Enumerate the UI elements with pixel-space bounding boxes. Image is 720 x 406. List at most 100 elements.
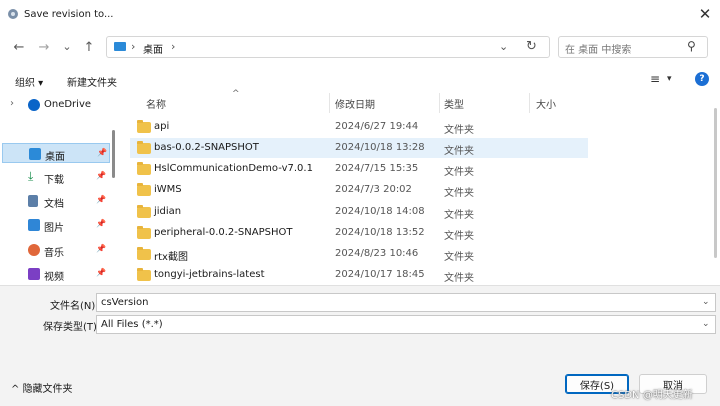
file-name: iWMS [154,184,182,195]
sidebar-item-label: 下载 [44,175,64,186]
pin-icon: 📌 [96,219,106,228]
address-dropdown-icon[interactable]: ⌄ [499,40,508,53]
filename-value[interactable]: csVersion [101,297,148,308]
sidebar-item-videos[interactable]: 视频 📌 [2,264,110,284]
refresh-icon[interactable]: ↻ [526,39,537,54]
cloud-icon [28,99,40,111]
breadcrumb-chevron-icon[interactable]: › [131,40,135,53]
folder-icon [137,226,151,239]
close-button[interactable]: ✕ [690,0,720,28]
expand-chevron-icon[interactable]: › [10,98,14,109]
folder-icon [137,141,151,154]
chevron-down-icon[interactable]: ⌄ [702,297,710,307]
sidebar-item-onedrive[interactable]: › OneDrive [2,95,110,115]
file-date: 2024/7/15 15:35 [335,163,419,174]
sidebar-item-music[interactable]: 音乐 📌 [2,240,110,260]
file-row[interactable]: peripheral-0.0.2-SNAPSHOT 2024/10/18 13:… [130,223,588,243]
file-date: 2024/8/23 10:46 [335,248,419,259]
file-type: 文件夹 [444,252,474,263]
watermark: CSDN @明天更新 [611,390,693,401]
document-icon [28,195,38,207]
file-type: 文件夹 [444,125,474,136]
pin-icon: 📌 [97,148,107,157]
breadcrumb-chevron-icon[interactable]: › [171,40,175,53]
file-name: rtx截图 [154,252,188,263]
sidebar-item-label: OneDrive [44,99,92,110]
file-type: 文件夹 [444,188,474,199]
new-folder-button[interactable]: 新建文件夹 [67,74,117,89]
file-name: bas-0.0.2-SNAPSHOT [154,142,259,153]
organize-menu-button[interactable]: 组织 ▾ [15,74,43,89]
file-name: jidian [154,206,182,217]
folder-icon [137,120,151,133]
column-header-date[interactable]: 修改日期 [335,96,375,111]
filename-field[interactable]: csVersion ⌄ [96,293,716,312]
help-icon[interactable]: ? [695,72,709,86]
file-row[interactable]: bas-0.0.2-SNAPSHOT 2024/10/18 13:28 文件夹 [130,138,588,158]
breadcrumb-desktop[interactable]: 桌面 [143,41,163,56]
file-name: HslCommunicationDemo-v7.0.1 [154,163,313,174]
file-row[interactable]: HslCommunicationDemo-v7.0.1 2024/7/15 15… [130,159,588,179]
sidebar-item-desktop[interactable]: 桌面 📌 [2,143,110,163]
folder-icon [137,247,151,260]
column-divider[interactable] [439,93,440,113]
up-arrow-icon[interactable]: ↑ [81,39,97,55]
file-type: 文件夹 [444,167,474,178]
file-date: 2024/10/18 13:52 [335,227,425,238]
file-name: api [154,121,170,132]
pin-icon: 📌 [96,171,106,180]
file-row[interactable]: iWMS 2024/7/3 20:02 文件夹 [130,180,588,200]
chevron-down-icon[interactable]: ⌄ [702,319,710,329]
filetype-label: 保存类型(T): [43,322,101,333]
desktop-icon [29,148,41,160]
back-arrow-icon[interactable]: ← [11,39,27,55]
hide-folders-toggle[interactable]: ^ 隐藏文件夹 [11,380,73,395]
file-row[interactable]: rtx截图 2024/8/23 10:46 文件夹 [130,244,588,264]
sort-ascending-icon: ^ [232,89,240,99]
sidebar-item-pictures[interactable]: 图片 📌 [2,215,110,235]
file-row[interactable]: jidian 2024/10/18 14:08 文件夹 [130,202,588,222]
folder-icon [137,205,151,218]
download-icon: ⤓ [28,169,34,183]
hide-folders-label: 隐藏文件夹 [22,384,73,395]
view-options-icon[interactable]: ≡ [650,72,660,86]
music-icon [28,244,40,256]
sidebar-scrollbar[interactable] [112,130,115,178]
search-icon[interactable]: ⚲ [687,39,696,53]
column-header-size[interactable]: 大小 [536,96,556,111]
sidebar-item-label: 文档 [44,199,64,210]
filetype-select[interactable]: All Files (*.*) ⌄ [96,315,716,334]
file-row[interactable]: tongyi-jetbrains-latest 2024/10/17 18:45… [130,265,588,285]
column-divider[interactable] [329,93,330,113]
file-type: 文件夹 [444,231,474,242]
filetype-value[interactable]: All Files (*.*) [101,319,163,330]
pin-icon: 📌 [96,195,106,204]
address-bar[interactable]: › 桌面 › ⌄ ↻ [106,36,550,58]
view-dropdown-icon[interactable]: ▾ [667,74,672,84]
folder-icon [137,268,151,281]
column-header-type[interactable]: 类型 [444,96,464,111]
sidebar-item-label: 音乐 [44,248,64,259]
sidebar-item-documents[interactable]: 文档 📌 [2,191,110,211]
file-type: 文件夹 [444,210,474,221]
video-icon [28,268,40,280]
sidebar-item-label: 图片 [44,223,64,234]
pin-icon: 📌 [96,268,106,277]
file-date: 2024/6/27 19:44 [335,121,419,132]
window-title: Save revision to... [24,9,114,20]
forward-arrow-icon[interactable]: → [36,39,52,55]
search-input[interactable]: 在 桌面 中搜索 [565,41,631,56]
sidebar-item-label: 视频 [44,272,64,283]
file-date: 2024/10/18 14:08 [335,206,425,217]
file-type: 文件夹 [444,273,474,284]
file-row[interactable]: api 2024/6/27 19:44 文件夹 [130,117,588,137]
column-divider[interactable] [529,93,530,113]
sidebar-item-downloads[interactable]: ⤓ 下载 📌 [2,167,110,187]
file-list-scrollbar[interactable] [714,108,717,258]
recent-locations-chevron-icon[interactable]: ⌄ [59,38,75,54]
folder-icon [137,183,151,196]
desktop-icon [114,42,126,51]
search-box[interactable]: 在 桌面 中搜索 ⚲ [558,36,708,58]
app-icon [8,9,18,19]
column-header-name[interactable]: 名称 [146,96,166,111]
